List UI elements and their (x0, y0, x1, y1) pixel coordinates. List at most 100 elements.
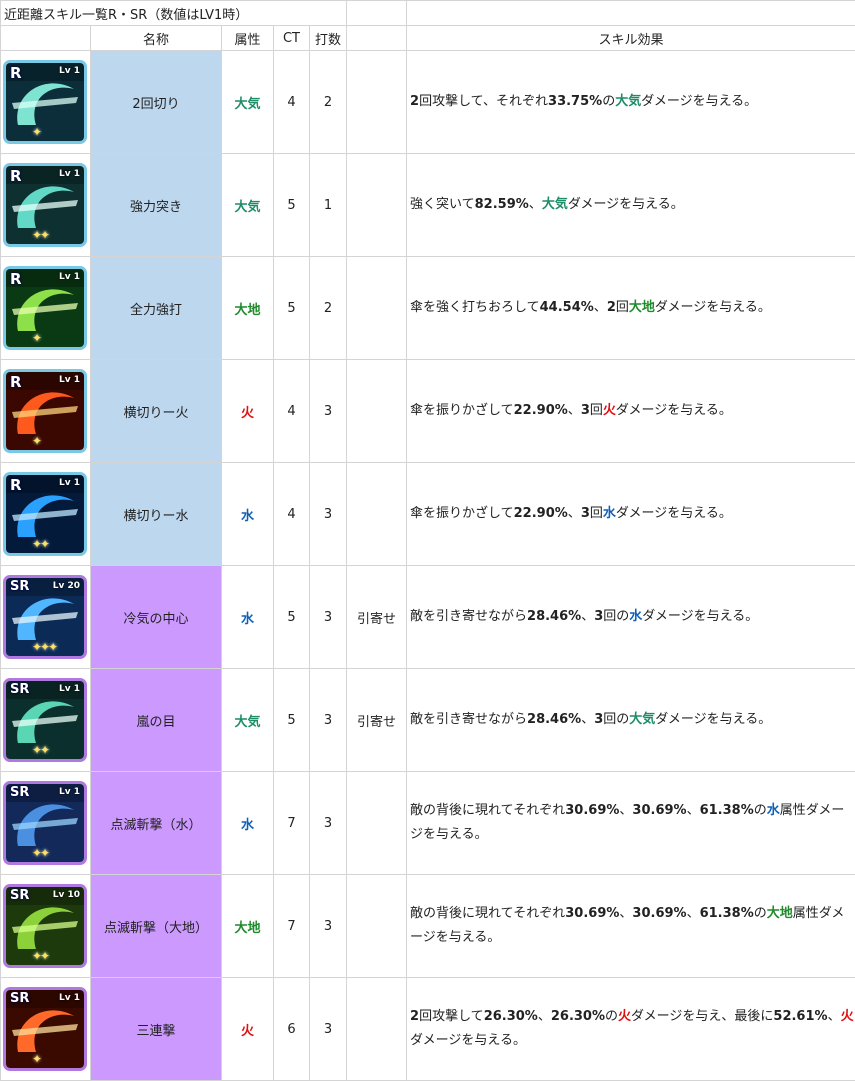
skill-attribute[interactable]: 大気 (221, 153, 274, 257)
skill-ct[interactable]: 4 (273, 50, 310, 154)
header-effect[interactable]: スキル効果 (406, 25, 855, 51)
skill-ct[interactable]: 5 (273, 256, 310, 360)
skill-note[interactable] (346, 462, 408, 566)
blink-slash-water-icon: SR Lv 1 ✦✦ (3, 781, 87, 865)
skill-attribute[interactable]: 大気 (221, 668, 274, 772)
skill-ct[interactable]: 5 (273, 565, 310, 669)
skill-effect[interactable]: 敵を引き寄せながら28.46%、3回の大気ダメージを与える。 (406, 668, 855, 772)
skill-effect[interactable]: 傘を振りかざして22.90%、3回火ダメージを与える。 (406, 359, 855, 463)
skill-ct[interactable]: 6 (273, 977, 310, 1081)
icon-cell[interactable]: SR Lv 1 ✦✦ (0, 668, 91, 772)
effect-segment: ダメージを与える。 (615, 403, 732, 418)
skill-note[interactable] (346, 256, 408, 360)
skill-hits[interactable]: 3 (308, 874, 348, 978)
skill-ct[interactable]: 4 (273, 462, 310, 566)
skill-ct[interactable]: 5 (273, 153, 310, 257)
icon-cell[interactable]: SR Lv 1 ✦✦ (0, 771, 91, 875)
effect-value: 44.54% (539, 300, 594, 315)
skill-name[interactable]: 全力強打 (90, 256, 222, 360)
skill-spreadsheet: 近距離スキル一覧R・SR（数値はLV1時） 名称 属性 CT 打数 スキル効果 … (0, 0, 855, 1081)
skill-note[interactable] (346, 874, 408, 978)
skill-name[interactable]: 2回切り (90, 50, 222, 154)
skill-note[interactable] (346, 153, 408, 257)
skill-ct[interactable]: 7 (273, 874, 310, 978)
skill-name[interactable]: 冷気の中心 (90, 565, 222, 669)
header-name[interactable]: 名称 (90, 25, 222, 51)
header-hits[interactable]: 打数 (308, 25, 348, 51)
effect-value: 3 (580, 403, 590, 418)
effect-segment: 敵を引き寄せながら (410, 712, 528, 727)
skill-ct[interactable]: 4 (273, 359, 310, 463)
skill-note[interactable] (346, 359, 408, 463)
skill-effect[interactable]: 傘を振りかざして22.90%、3回水ダメージを与える。 (406, 462, 855, 566)
rank-badge: SR (10, 682, 30, 697)
skill-note[interactable] (346, 50, 408, 154)
skill-note[interactable]: 引寄せ (346, 668, 408, 772)
star-rating: ✦ (32, 125, 42, 139)
skill-hits[interactable]: 3 (308, 359, 348, 463)
skill-name[interactable]: 三連撃 (90, 977, 222, 1081)
effect-segment: 敵の背後に現れてそれぞれ (410, 906, 566, 921)
rank-badge: R (10, 64, 22, 82)
skill-attribute[interactable]: 大地 (221, 256, 274, 360)
skill-attribute[interactable]: 大地 (221, 874, 274, 978)
icon-cell[interactable]: SR Lv 10 ✦✦ (0, 874, 91, 978)
star-rating: ✦ (32, 331, 42, 345)
skill-name[interactable]: 点滅斬撃（大地） (90, 874, 222, 978)
skill-attribute[interactable]: 火 (221, 359, 274, 463)
skill-note[interactable]: 引寄せ (346, 565, 408, 669)
skill-hits[interactable]: 3 (308, 771, 348, 875)
icon-cell[interactable]: R Lv 1 ✦ (0, 359, 91, 463)
skill-effect[interactable]: 強く突いて82.59%、大気ダメージを与える。 (406, 153, 855, 257)
skill-name[interactable]: 強力突き (90, 153, 222, 257)
empty-cell[interactable] (346, 0, 408, 26)
skill-attribute[interactable]: 水 (221, 565, 274, 669)
skill-hits[interactable]: 2 (308, 50, 348, 154)
header-attribute[interactable]: 属性 (221, 25, 274, 51)
skill-effect[interactable]: 敵の背後に現れてそれぞれ30.69%、30.69%、61.38%の大地属性ダメー… (406, 874, 855, 978)
icon-cell[interactable]: R Lv 1 ✦✦ (0, 153, 91, 257)
skill-hits[interactable]: 3 (308, 565, 348, 669)
effect-value: 22.90% (513, 403, 568, 418)
skill-effect[interactable]: 2回攻撃して、それぞれ33.75%の大気ダメージを与える。 (406, 50, 855, 154)
skill-attribute[interactable]: 水 (221, 462, 274, 566)
skill-effect[interactable]: 敵を引き寄せながら28.46%、3回の水ダメージを与える。 (406, 565, 855, 669)
skill-ct[interactable]: 7 (273, 771, 310, 875)
effect-attribute-keyword: 大気 (615, 94, 642, 109)
skill-name[interactable]: 横切りー水 (90, 462, 222, 566)
rank-badge: R (10, 476, 22, 494)
skill-note[interactable] (346, 977, 408, 1081)
skill-effect[interactable]: 敵の背後に現れてそれぞれ30.69%、30.69%、61.38%の水属性ダメージ… (406, 771, 855, 875)
skill-effect[interactable]: 2回攻撃して26.30%、26.30%の火ダメージを与え、最後に52.61%、火… (406, 977, 855, 1081)
icon-cell[interactable]: R Lv 1 ✦✦ (0, 462, 91, 566)
effect-segment: の (753, 906, 767, 921)
skill-hits[interactable]: 2 (308, 256, 348, 360)
icon-cell[interactable]: R Lv 1 ✦ (0, 50, 91, 154)
skill-ct[interactable]: 5 (273, 668, 310, 772)
header-ct[interactable]: CT (273, 25, 310, 51)
skill-hits[interactable]: 3 (308, 668, 348, 772)
skill-attribute[interactable]: 火 (221, 977, 274, 1081)
skill-name[interactable]: 嵐の目 (90, 668, 222, 772)
skill-hits[interactable]: 1 (308, 153, 348, 257)
skill-attribute[interactable]: 水 (221, 771, 274, 875)
icon-cell[interactable]: SR Lv 1 ✦ (0, 977, 91, 1081)
skill-note[interactable] (346, 771, 408, 875)
skill-hits[interactable]: 3 (308, 977, 348, 1081)
sheet-title[interactable]: 近距離スキル一覧R・SR（数値はLV1時） (0, 0, 348, 26)
effect-attribute-keyword: 水 (766, 803, 780, 818)
table-row-4: R Lv 1 ✦ 横切りー火 火 4 3 傘を振りかざして22.90%、3回火ダ… (0, 359, 855, 463)
icon-cell[interactable]: SR Lv 20 ✦✦✦ (0, 565, 91, 669)
skill-name[interactable]: 点滅斬撃（水） (90, 771, 222, 875)
empty-cell[interactable] (406, 0, 855, 26)
skill-hits[interactable]: 3 (308, 462, 348, 566)
header-note[interactable] (346, 25, 408, 51)
star-rating: ✦✦ (32, 949, 50, 963)
header-icon[interactable] (0, 25, 91, 51)
star-rating: ✦✦✦ (32, 640, 58, 654)
blink-slash-earth-icon: SR Lv 10 ✦✦ (3, 884, 87, 968)
skill-effect[interactable]: 傘を強く打ちおろして44.54%、2回大地ダメージを与える。 (406, 256, 855, 360)
icon-cell[interactable]: R Lv 1 ✦ (0, 256, 91, 360)
skill-name[interactable]: 横切りー火 (90, 359, 222, 463)
skill-attribute[interactable]: 大気 (221, 50, 274, 154)
